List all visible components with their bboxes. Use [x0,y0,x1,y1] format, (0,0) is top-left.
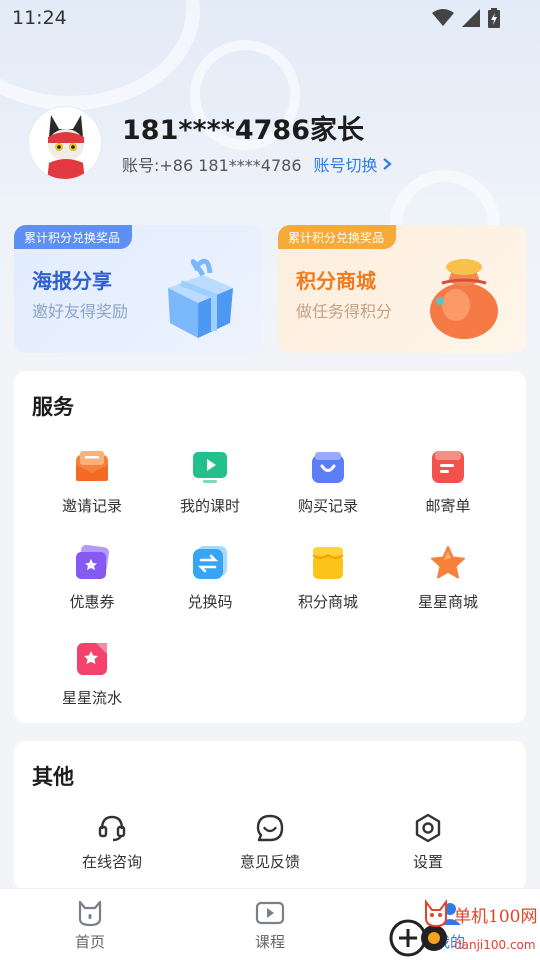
service-coupon[interactable]: 优惠券 [28,545,156,625]
promo-subtitle: 做任务得积分 [296,302,393,321]
service-label: 优惠券 [69,593,115,611]
settings-icon [415,813,441,843]
service-mail-order[interactable]: 邮寄单 [384,449,512,529]
service-exchange-code[interactable]: 兑换码 [146,545,274,625]
star-ledger-icon [77,643,107,675]
settings-item[interactable]: 设置 [368,813,488,872]
profile-account-row: 账号:+86 181****4786 账号切换 [122,152,392,176]
watermark-brand: 单机100网 [454,907,538,927]
others-card: 其他 在线咨询 意见反馈 设置 [14,741,526,891]
service-label: 兑换码 [187,593,233,611]
star-icon [431,546,465,579]
status-bar: 11:24 [0,0,540,36]
service-label: 积分商城 [297,593,358,611]
poster-share-card[interactable]: 累计积分兑换奖品 海报分享 邀好友得奖励 [14,225,262,353]
promo-subtitle: 邀好友得奖励 [32,302,129,321]
service-star-ledger[interactable]: 星星流水 [28,641,156,721]
service-my-lessons[interactable]: 我的课时 [146,449,274,529]
money-bag-icon [430,259,498,339]
services-title: 服务 [32,395,74,419]
signal-icon [462,9,480,27]
tab-course[interactable]: 课程 [210,899,330,952]
avatar[interactable] [28,106,102,180]
profile-name: 181****4786家长 [122,115,364,146]
battery-icon [488,8,500,28]
account-number: 账号:+86 181****4786 [122,156,302,175]
service-label: 我的课时 [179,497,240,515]
settings-label: 设置 [412,853,443,871]
services-card: 服务 邀请记录 我的课时 购买记录 邮寄单 优惠券 兑换码 积分商城 星星商城 … [14,371,526,723]
online-consult-label: 在线咨询 [81,853,142,871]
service-invite-records[interactable]: 邀请记录 [28,449,156,529]
home-cat-icon [78,900,102,927]
account-switch-link[interactable]: 账号切换 [314,152,392,176]
tab-home-label: 首页 [74,933,105,951]
tab-course-label: 课程 [254,933,285,951]
envelope-icon [76,451,108,481]
play-screen-icon [193,452,227,483]
promo-title: 海报分享 [32,269,112,293]
promo-tag: 累计积分兑换奖品 [278,225,397,249]
service-label: 星星流水 [61,689,122,707]
service-label: 购买记录 [297,497,358,515]
shopping-bag-icon [312,452,344,483]
account-switch-label: 账号切换 [313,156,378,175]
others-title: 其他 [32,765,74,789]
mail-order-icon [432,451,464,483]
store-icon [312,547,344,579]
profile-header: 181****4786家长 账号:+86 181****4786 账号切换 [28,106,528,186]
coupon-icon [76,545,110,579]
watermark-logo [389,899,447,957]
feedback-label: 意见反馈 [239,853,300,871]
promo-title: 积分商城 [296,269,376,293]
wifi-icon [432,9,454,26]
online-consult-item[interactable]: 在线咨询 [52,813,172,872]
points-mall-card[interactable]: 累计积分兑换奖品 积分商城 做任务得积分 [278,225,526,353]
service-purchase-records[interactable]: 购买记录 [264,449,392,529]
promo-tag: 累计积分兑换奖品 [14,225,133,249]
service-label: 邮寄单 [425,497,471,515]
feedback-icon [256,814,284,842]
watermark-url: danji100.com [454,938,536,952]
feedback-item[interactable]: 意见反馈 [210,813,330,872]
service-label: 星星商城 [417,593,478,611]
course-play-icon [255,901,285,925]
cat-mascot-icon [29,107,101,179]
headset-icon [98,815,126,842]
service-label: 邀请记录 [61,497,122,515]
tab-home[interactable]: 首页 [30,899,150,952]
gift-box-icon [168,258,233,338]
service-star-mall[interactable]: 星星商城 [384,545,512,625]
status-time: 11:24 [12,7,67,29]
exchange-code-icon [193,546,227,579]
chevron-right-icon [382,158,392,170]
site-watermark: 单机100网 danji100.com [388,898,540,960]
service-points-mall[interactable]: 积分商城 [264,545,392,625]
